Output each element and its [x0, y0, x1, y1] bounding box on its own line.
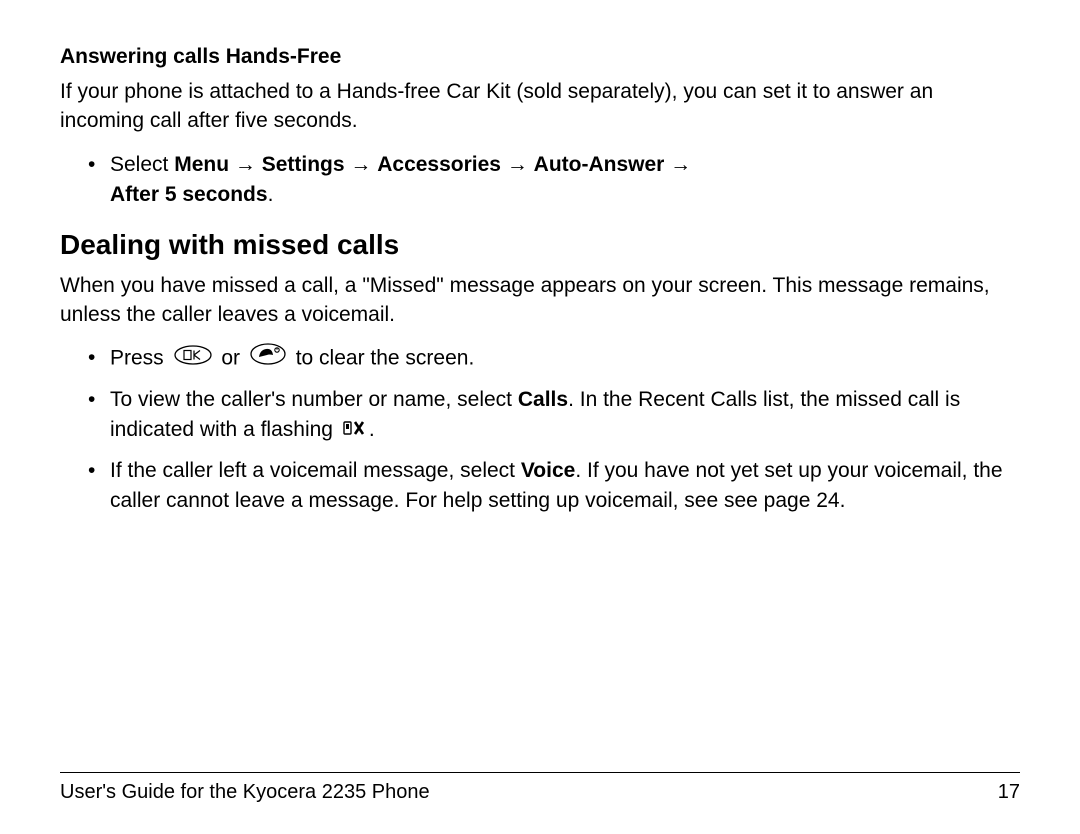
handsfree-bullet: Select Menu → Settings → Accessories → A…: [88, 150, 1020, 211]
menu-path-1: Menu: [174, 153, 229, 176]
arrow: →: [664, 153, 691, 176]
subsection-heading-handsfree: Answering calls Hands-Free: [60, 45, 1020, 69]
menu-path-2: Settings: [262, 153, 345, 176]
missed-bullet-2: To view the caller's number or name, sel…: [88, 385, 1020, 446]
page-number: 17: [998, 781, 1020, 804]
b3-bold: Voice: [521, 459, 575, 482]
b2-prefix: To view the caller's number or name, sel…: [110, 388, 518, 411]
arrow: →: [501, 153, 534, 176]
missed-list: Press or to clear the screen. To view th…: [60, 343, 1020, 516]
menu-path-5: After 5 seconds: [110, 183, 268, 206]
b1-prefix: Press: [110, 347, 170, 370]
missed-bullet-1: Press or to clear the screen.: [88, 343, 1020, 374]
b1-mid: or: [216, 347, 246, 370]
handsfree-paragraph: If your phone is attached to a Hands-fre…: [60, 77, 1020, 136]
end-key-icon: [250, 343, 286, 374]
b1-suffix: to clear the screen.: [290, 347, 474, 370]
ok-key-icon: [174, 344, 212, 374]
missed-bullet-3: If the caller left a voicemail message, …: [88, 456, 1020, 517]
page-footer: User's Guide for the Kyocera 2235 Phone …: [60, 772, 1020, 804]
b2-suffix: .: [369, 418, 375, 441]
bullet-prefix: Select: [110, 153, 174, 176]
missed-call-icon: [343, 416, 369, 446]
section-heading-missed: Dealing with missed calls: [60, 229, 1020, 261]
menu-path-4: Auto-Answer: [534, 153, 665, 176]
arrow: →: [345, 153, 378, 176]
menu-path-3: Accessories: [377, 153, 501, 176]
footer-title: User's Guide for the Kyocera 2235 Phone: [60, 781, 430, 804]
b2-bold: Calls: [518, 388, 568, 411]
b3-prefix: If the caller left a voicemail message, …: [110, 459, 521, 482]
missed-paragraph: When you have missed a call, a "Missed" …: [60, 271, 1020, 330]
period: .: [268, 183, 274, 206]
arrow: →: [229, 153, 262, 176]
handsfree-list: Select Menu → Settings → Accessories → A…: [60, 150, 1020, 211]
